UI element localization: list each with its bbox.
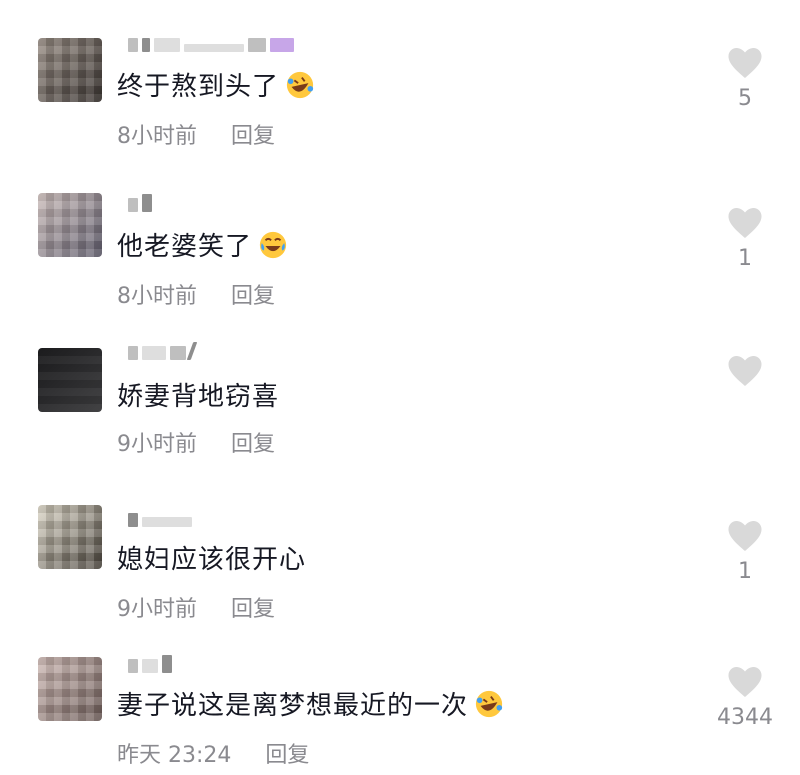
reply-button[interactable]: 回复 — [231, 591, 275, 623]
comment-text-content: 终于熬到头了 — [117, 72, 280, 102]
timestamp: 8小时前 — [117, 124, 197, 149]
like-count: 1 — [738, 246, 752, 271]
heart-icon — [728, 48, 762, 78]
avatar[interactable] — [38, 193, 102, 257]
timestamp: 9小时前 — [117, 597, 197, 622]
like-button[interactable]: 5 — [718, 46, 772, 111]
comment-text-content: 媳妇应该很开心 — [117, 545, 307, 575]
comment-meta: 9小时前 回复 — [117, 426, 275, 458]
comment-item: 终于熬到头了 8小时前 回复 5 — [0, 0, 800, 150]
heart-icon — [728, 356, 762, 386]
comment-item: 妻子说这是离梦想最近的一次 昨天 23:24 回复 4344 — [0, 625, 800, 775]
username-pixelated[interactable] — [128, 192, 152, 212]
like-button[interactable]: 4344 — [717, 665, 773, 730]
comment-meta: 8小时前 回复 — [117, 118, 275, 150]
reply-button[interactable]: 回复 — [265, 737, 309, 769]
username-pixelated[interactable] — [128, 653, 172, 673]
comment-text-content: 他老婆笑了 — [117, 232, 253, 262]
joy-emoji — [259, 231, 287, 258]
like-count: 5 — [738, 86, 752, 111]
like-button[interactable] — [718, 354, 772, 394]
like-button[interactable]: 1 — [718, 519, 772, 584]
like-button[interactable]: 1 — [718, 206, 772, 271]
comment-text-content: 妻子说这是离梦想最近的一次 — [117, 691, 469, 721]
comment-text: 妻子说这是离梦想最近的一次 — [117, 685, 504, 722]
timestamp: 8小时前 — [117, 284, 197, 309]
reply-button[interactable]: 回复 — [231, 278, 275, 310]
avatar[interactable] — [38, 348, 102, 412]
avatar[interactable] — [38, 38, 102, 102]
reply-button[interactable]: 回复 — [231, 118, 275, 150]
avatar[interactable] — [38, 657, 102, 721]
reply-button[interactable]: 回复 — [231, 426, 275, 458]
username-pixelated[interactable] — [128, 32, 294, 52]
rofl-emoji — [475, 690, 503, 717]
comment-item: 媳妇应该很开心 9小时前 回复 1 — [0, 475, 800, 625]
comment-text-content: 娇妻背地窃喜 — [117, 382, 280, 412]
comment-meta: 8小时前 回复 — [117, 278, 275, 310]
rofl-emoji — [286, 71, 314, 98]
avatar[interactable] — [38, 505, 102, 569]
like-count: 1 — [738, 559, 752, 584]
comment-text: 终于熬到头了 — [117, 66, 315, 103]
username-pixelated[interactable] — [128, 507, 192, 527]
comment-text: 娇妻背地窃喜 — [117, 376, 279, 413]
comment-text: 他老婆笑了 — [117, 226, 288, 263]
timestamp: 昨天 23:24 — [117, 743, 232, 768]
heart-icon — [728, 667, 762, 697]
comment-item: 娇妻背地窃喜 9小时前 回复 — [0, 310, 800, 460]
comment-text: 媳妇应该很开心 — [117, 539, 306, 576]
heart-icon — [728, 208, 762, 238]
comment-meta: 9小时前 回复 — [117, 591, 275, 623]
like-count: 4344 — [717, 705, 773, 730]
comment-meta: 昨天 23:24 回复 — [117, 737, 309, 769]
heart-icon — [728, 521, 762, 551]
username-pixelated[interactable] — [128, 340, 198, 360]
comment-item: 他老婆笑了 8小时前 回复 1 — [0, 160, 800, 310]
comment-list: 终于熬到头了 8小时前 回复 5 他老婆笑了 8小时前 回复 1 娇妻背地窃喜 … — [0, 0, 800, 775]
timestamp: 9小时前 — [117, 432, 197, 457]
